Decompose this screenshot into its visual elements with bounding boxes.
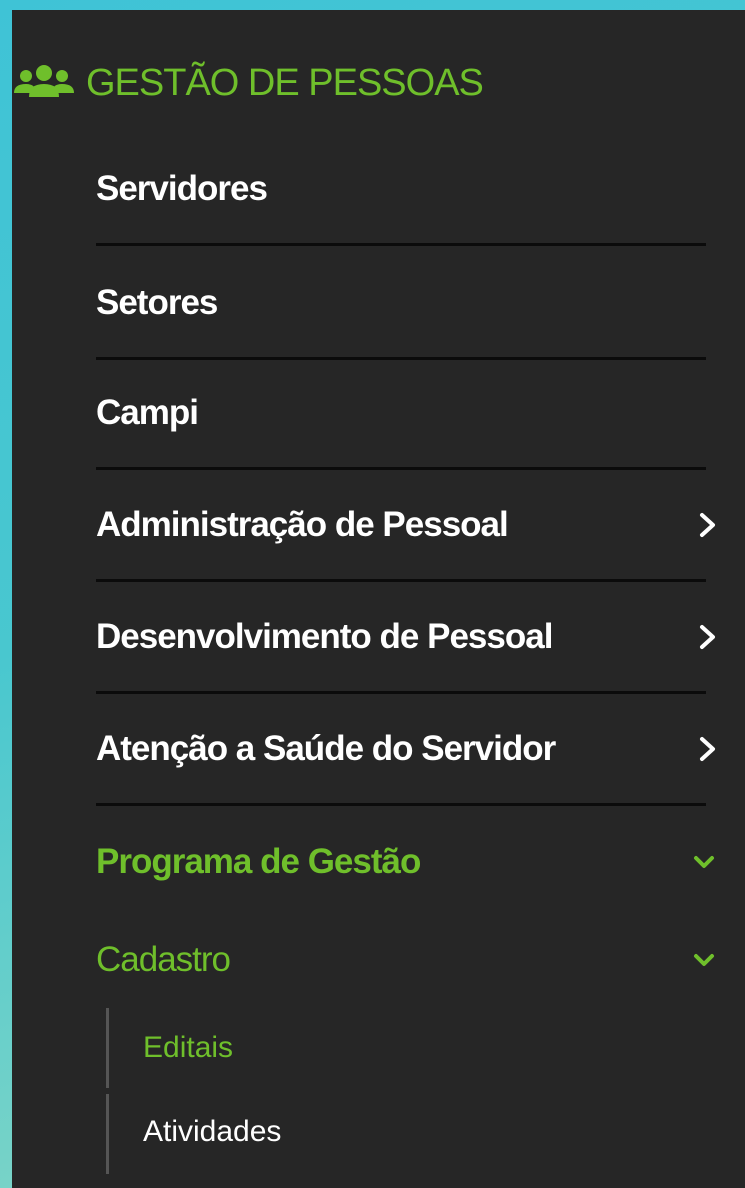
- menu-item-atencao-a-saude-do-servidor[interactable]: Atenção a Saúde do Servidor: [96, 694, 715, 806]
- menu-item-cadastro[interactable]: Cadastro: [96, 928, 716, 992]
- chevron-right-icon: [700, 624, 715, 649]
- chevron-right-icon: [700, 512, 715, 537]
- tree-line: [106, 1008, 109, 1088]
- menu-item-label: Cadastro: [96, 940, 231, 979]
- menu-item-campi[interactable]: Campi: [96, 358, 706, 470]
- menu-item-label: Administração de Pessoal: [96, 504, 509, 544]
- tree-line: [106, 1094, 109, 1174]
- section-title: GESTÃO DE PESSOAS: [86, 61, 484, 104]
- menu-item-label: Setores: [96, 282, 218, 322]
- submenu-item-label: Atividades: [143, 1115, 282, 1148]
- menu-item-label: Campi: [96, 392, 199, 432]
- menu-item-servidores[interactable]: Servidores: [96, 134, 706, 246]
- chevron-right-icon: [700, 736, 715, 761]
- menu-item-label: Programa de Gestão: [96, 842, 421, 881]
- menu-item-label: Servidores: [96, 168, 268, 208]
- submenu-item-label: Editais: [143, 1031, 234, 1064]
- users-icon: [14, 65, 74, 97]
- menu-item-desenvolvimento-de-pessoal[interactable]: Desenvolvimento de Pessoal: [96, 582, 715, 694]
- menu-item-label: Atenção a Saúde do Servidor: [96, 728, 556, 768]
- chevron-down-icon: [694, 856, 714, 868]
- menu-item-setores[interactable]: Setores: [96, 248, 706, 360]
- chevron-down-icon: [694, 954, 714, 966]
- menu-item-label: Desenvolvimento de Pessoal: [96, 616, 553, 656]
- section-header[interactable]: GESTÃO DE PESSOAS: [12, 52, 484, 114]
- submenu-item-atividades[interactable]: Atividades: [143, 1104, 281, 1160]
- submenu-item-editais[interactable]: Editais: [143, 1020, 233, 1076]
- menu-item-programa-de-gestao[interactable]: Programa de Gestão: [96, 830, 716, 894]
- menu-item-administracao-de-pessoal[interactable]: Administração de Pessoal: [96, 470, 715, 582]
